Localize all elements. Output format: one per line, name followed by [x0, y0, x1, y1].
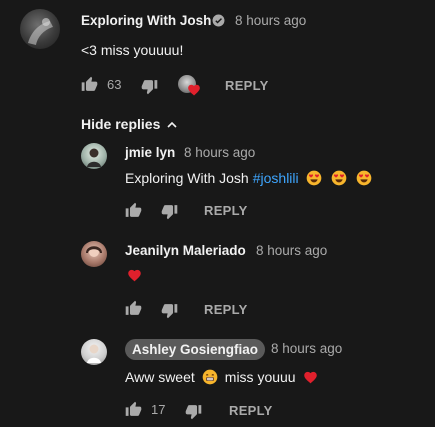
- thumbs-down-icon[interactable]: [161, 302, 178, 319]
- heart-eyes-emoji: [306, 170, 322, 186]
- hide-replies-toggle[interactable]: Hide replies: [81, 116, 178, 132]
- thumbs-up-icon[interactable]: [125, 401, 142, 418]
- reply-avatar[interactable]: [81, 143, 107, 169]
- reply-author[interactable]: Jeanilyn Maleriado: [125, 243, 246, 258]
- reply-button[interactable]: REPLY: [204, 302, 248, 317]
- thumbs-up-icon[interactable]: [125, 300, 142, 317]
- reply-avatar[interactable]: [81, 339, 107, 365]
- reply-text-part: Aww sweet: [125, 369, 195, 385]
- comment-text: <3 miss youuuu!: [81, 42, 184, 58]
- thumbs-down-icon[interactable]: [141, 78, 158, 95]
- reply-text: Aww sweet miss youuu: [125, 369, 318, 385]
- heart-eyes-emoji: [356, 170, 372, 186]
- verified-check-icon: [212, 14, 225, 27]
- reply-timestamp[interactable]: 8 hours ago: [271, 341, 342, 356]
- hashtag-link[interactable]: #joshlili: [253, 170, 299, 186]
- heart-icon: [127, 268, 142, 283]
- thumbs-down-icon[interactable]: [185, 403, 202, 420]
- reply-avatar[interactable]: [81, 241, 107, 267]
- heart-icon: [303, 370, 318, 385]
- creator-author-chip[interactable]: Ashley Gosiengfiao: [125, 339, 266, 360]
- avatar[interactable]: [20, 9, 60, 49]
- comment-author[interactable]: Exploring With Josh: [81, 13, 211, 28]
- like-count: 63: [107, 77, 122, 92]
- comment-timestamp[interactable]: 8 hours ago: [235, 13, 306, 28]
- reply-timestamp[interactable]: 8 hours ago: [184, 145, 255, 160]
- reply-text: Exploring With Josh #joshlili: [125, 170, 372, 186]
- creator-heart-badge: [178, 74, 202, 98]
- chevron-up-icon: [166, 118, 178, 130]
- reply-text-part: miss youuu: [224, 369, 296, 385]
- thumbs-up-icon[interactable]: [125, 202, 142, 219]
- reply-button[interactable]: REPLY: [229, 403, 273, 418]
- like-count: 17: [151, 402, 166, 417]
- heart-eyes-emoji: [331, 170, 347, 186]
- reply-author[interactable]: jmie lyn: [125, 145, 175, 160]
- reply-timestamp[interactable]: 8 hours ago: [256, 243, 327, 258]
- thumbs-up-icon[interactable]: [81, 76, 98, 93]
- thumbs-down-icon[interactable]: [161, 203, 178, 220]
- heart-icon: [187, 83, 201, 97]
- reply-button[interactable]: REPLY: [204, 203, 248, 218]
- grinning-emoji: [202, 369, 218, 385]
- mention-text: Exploring With Josh: [125, 170, 249, 186]
- reply-button[interactable]: REPLY: [225, 78, 269, 93]
- hide-replies-label: Hide replies: [81, 116, 161, 132]
